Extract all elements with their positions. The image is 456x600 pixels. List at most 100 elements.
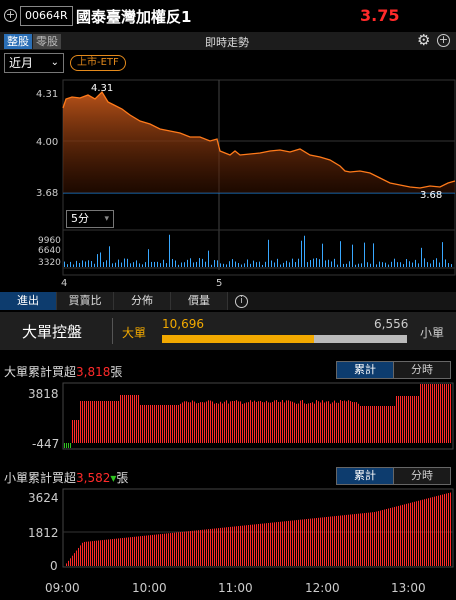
volume-bar: [445, 259, 446, 267]
volume-bar: [118, 259, 119, 267]
positive-bar: [346, 514, 347, 566]
volume-bar: [190, 258, 191, 267]
positive-bar: [276, 400, 277, 443]
positive-bar: [104, 539, 105, 566]
positive-bar: [332, 516, 333, 566]
positive-bar: [304, 519, 305, 566]
positive-bar: [410, 502, 411, 566]
big-time-button[interactable]: 分時: [393, 361, 451, 379]
info-icon[interactable]: i: [235, 295, 248, 308]
volume-bar: [151, 261, 152, 267]
volume-bar: [100, 252, 101, 267]
tab-distribution[interactable]: 分佈: [114, 292, 171, 310]
volume-bar: [310, 260, 311, 267]
positive-bar: [220, 401, 221, 443]
positive-bar: [192, 530, 193, 566]
add-icon[interactable]: +: [4, 9, 17, 22]
tab-buysell-ratio[interactable]: 買賣比: [57, 292, 114, 310]
volume-bar: [226, 264, 227, 267]
period-value: 近月: [9, 56, 34, 70]
positive-bar: [392, 406, 393, 443]
small-time-button[interactable]: 分時: [393, 467, 451, 485]
ratio-bar: [162, 335, 407, 343]
stock-code[interactable]: 00664R: [20, 6, 73, 26]
volume-bar: [379, 261, 380, 267]
positive-bar: [250, 524, 251, 566]
positive-bar: [422, 499, 423, 566]
add-icon[interactable]: +: [437, 34, 450, 47]
volume-bar: [82, 260, 83, 267]
tab-price-volume[interactable]: 價量: [171, 292, 228, 310]
positive-bar: [338, 515, 339, 566]
small-cum-button[interactable]: 累計: [336, 467, 394, 485]
volume-bar: [154, 261, 155, 267]
gear-icon[interactable]: ⚙: [417, 31, 430, 49]
positive-bar: [440, 384, 441, 443]
positive-bar: [278, 521, 279, 566]
period-select[interactable]: 近月 ⌄: [4, 53, 64, 73]
negative-bar: [68, 443, 69, 448]
interval-select[interactable]: 5分 ▾: [66, 210, 114, 228]
positive-bar: [182, 402, 183, 443]
positive-bar: [94, 540, 95, 566]
positive-bar: [80, 401, 81, 443]
volume-bar: [412, 262, 413, 267]
small-value: 6,556: [374, 317, 409, 331]
positive-bar: [324, 517, 325, 566]
volume-bar: [346, 263, 347, 267]
volume-bar: [340, 241, 341, 267]
positive-bar: [336, 515, 337, 566]
divider: [112, 318, 113, 344]
positive-bar: [144, 535, 145, 566]
positive-bar: [290, 520, 291, 566]
volume-bar: [91, 261, 92, 267]
y-label-high: 4.31: [36, 89, 58, 100]
positive-bar: [212, 528, 213, 566]
positive-bar: [316, 400, 317, 443]
positive-bar: [204, 529, 205, 566]
positive-bar: [152, 534, 153, 566]
positive-bar: [428, 384, 429, 443]
big-cum-button[interactable]: 累計: [336, 361, 394, 379]
positive-bar: [116, 538, 117, 566]
vol-label-2: 6640: [38, 246, 61, 256]
positive-bar: [126, 537, 127, 566]
volume-bar: [112, 263, 113, 267]
tab-odd-lot[interactable]: 零股: [33, 34, 61, 49]
positive-bar: [252, 401, 253, 443]
positive-bar: [276, 522, 277, 566]
positive-bar: [432, 497, 433, 566]
positive-bar: [268, 402, 269, 443]
positive-bar: [260, 400, 261, 443]
big-cum-title: 大單累計買超3,818張: [4, 363, 122, 380]
positive-bar: [72, 420, 73, 443]
y-bottom: 0: [50, 559, 58, 573]
positive-bar: [180, 403, 181, 443]
positive-bar: [232, 400, 233, 443]
positive-bar: [350, 401, 351, 443]
positive-bar: [118, 401, 119, 443]
volume-bar: [298, 258, 299, 267]
volume-bar: [160, 263, 161, 267]
positive-bar: [278, 401, 279, 443]
positive-bar: [198, 530, 199, 566]
volume-bar: [175, 260, 176, 267]
volume-bar: [193, 262, 194, 267]
tab-inout[interactable]: 進出: [0, 292, 57, 310]
positive-bar: [264, 402, 265, 443]
positive-bar: [342, 515, 343, 566]
volume-bar: [409, 261, 410, 267]
positive-bar: [100, 540, 101, 566]
positive-bar: [274, 522, 275, 566]
x-label-4: 4: [61, 278, 67, 289]
tab-whole-lot[interactable]: 整股: [4, 34, 32, 49]
volume-bar: [403, 264, 404, 267]
positive-bar: [96, 540, 97, 566]
volume-bar: [208, 250, 209, 267]
positive-bar: [288, 400, 289, 443]
positive-bar: [90, 401, 91, 443]
price-chart: 4.31 4.00 3.68 4.31 3.68 9960 6640 3320 …: [36, 79, 456, 289]
positive-bar: [288, 520, 289, 566]
positive-bar: [132, 536, 133, 566]
volume-bar: [241, 264, 242, 267]
